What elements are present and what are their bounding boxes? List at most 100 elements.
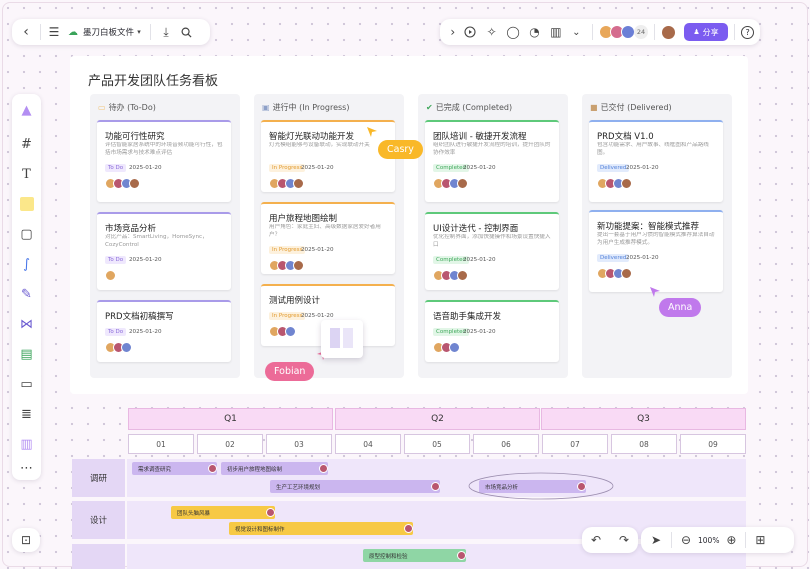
check-icon: ✔	[426, 103, 433, 112]
timer-icon[interactable]: ◔	[524, 25, 545, 39]
task-label: 团队头脑风暴	[177, 510, 211, 517]
task-card[interactable]: 新功能提案：智能模式推荐 提出一套基于用户习惯的智能模式推荐算法自动为用户生成推荐…	[589, 210, 723, 292]
share-button[interactable]: ♟ 分享	[683, 23, 729, 41]
more-icon[interactable]: ⋯	[12, 458, 41, 478]
task-card[interactable]: 团队培训 - 敏捷开发流程 组织团队进行敏捷开发流程的培训，提升团队的协作效率 Co…	[425, 120, 559, 202]
assignee-avatars[interactable]	[105, 342, 132, 353]
card-date: 2025-01-20	[129, 329, 162, 335]
gantt-task-bar[interactable]: 初步用户旅程地图绘制	[221, 462, 328, 475]
gantt-task-bar[interactable]: 原型控制和检验	[363, 549, 466, 562]
card-desc: 灯光模组能够与设备联动，实现联动开关	[269, 142, 370, 148]
avatar	[431, 481, 440, 491]
column-2: ✔ 已完成 (Completed) 团队培训 - 敏捷开发流程 组织团队进行敏捷开发流…	[418, 94, 568, 378]
pen-icon[interactable]: ✎	[12, 284, 41, 304]
my-avatar[interactable]	[660, 24, 676, 40]
map-icon[interactable]: ⊞	[752, 533, 768, 547]
comment-icon[interactable]: ◯	[502, 25, 523, 39]
chart-icon[interactable]: ▥	[545, 25, 566, 39]
zoom-out-icon[interactable]: ⊖	[678, 533, 694, 547]
more-down-icon[interactable]: ⌄	[567, 27, 586, 38]
search-icon[interactable]	[177, 27, 195, 38]
card-title: 智能灯光联动功能开发	[269, 132, 355, 142]
shape-icon[interactable]: ▢	[12, 224, 41, 244]
download-icon[interactable]: ⤓	[157, 25, 175, 40]
mindmap-icon[interactable]: ⋈	[12, 314, 41, 334]
card-title: PRD文档 V1.0	[597, 132, 654, 142]
note-icon: ▭	[98, 103, 106, 112]
column-title: ▭ 待办 (To-Do)	[98, 103, 156, 112]
document-icon[interactable]: ▭	[12, 374, 41, 394]
gantt-row-label: 设计	[72, 501, 125, 539]
status-badge: To Do	[105, 328, 127, 336]
assignee-avatars[interactable]	[105, 178, 140, 189]
select-cursor-icon[interactable]: ➤	[647, 533, 665, 547]
back-icon[interactable]: ‹	[18, 24, 34, 40]
assignee-avatars[interactable]	[597, 268, 632, 279]
progress-icon: ▣	[262, 103, 270, 112]
task-card[interactable]: 用户旅程地图绘制 用户角色：家庭主妇、高级数据家居爱好者用户？ In Progres…	[261, 202, 395, 274]
assignee-avatars[interactable]	[433, 178, 468, 189]
highlight-ellipse	[468, 472, 614, 500]
connector-icon[interactable]: ∫	[12, 254, 41, 274]
gantt-month: 09	[680, 434, 746, 454]
status-badge: To Do	[105, 256, 127, 264]
template-icon[interactable]: ▲	[12, 100, 41, 120]
text-icon[interactable]: T	[12, 164, 41, 184]
assignee-avatars[interactable]	[433, 270, 468, 281]
menu-icon[interactable]: ☰	[47, 25, 61, 39]
table-icon[interactable]: ▤	[12, 344, 41, 364]
task-card[interactable]: PRD文档初稿撰写 To Do 2025-01-20	[97, 300, 231, 362]
zoom-in-icon[interactable]: ⊕	[723, 533, 739, 547]
task-card[interactable]: 功能可行性研究 评估智能家居系统中的环境音频功能可行性，包括市场需求与技术难点评估…	[97, 120, 231, 202]
avatar	[319, 463, 328, 473]
task-label: 初步用户旅程地图绘制	[227, 466, 283, 473]
assignee-avatars[interactable]	[269, 326, 296, 337]
avatar	[285, 326, 296, 337]
play-icon[interactable]	[460, 26, 481, 38]
assignee-avatars[interactable]	[433, 342, 460, 353]
gantt-quarter: Q2	[335, 408, 540, 430]
cursor-anna	[650, 287, 660, 297]
chevron-right-icon[interactable]: ›	[446, 25, 460, 39]
help-icon[interactable]: ?	[741, 25, 754, 39]
chevron-down-icon[interactable]: ▾	[134, 28, 144, 36]
kanban-icon[interactable]: ▥	[12, 434, 41, 454]
gantt-month: 07	[542, 434, 608, 454]
zoom-level[interactable]: 100%	[698, 536, 719, 545]
gantt-task-bar[interactable]: 生产工艺环境规划	[270, 480, 440, 493]
casry-label: Casry	[378, 140, 423, 159]
avatar	[621, 268, 632, 279]
assignee-avatars[interactable]	[597, 178, 632, 189]
dragged-card-preview[interactable]	[321, 320, 363, 358]
file-name[interactable]: 墨刀白板文件	[83, 26, 134, 38]
status-badge: In Progress	[269, 246, 306, 254]
redo-icon[interactable]: ↷	[619, 533, 629, 547]
gantt-task-bar[interactable]: 需求调查研究	[132, 462, 217, 475]
card-desc: 评估智能家居系统中的环境音频功能可行性，包括市场需求与技术难点评估	[105, 142, 223, 156]
avatar	[457, 550, 466, 560]
task-card[interactable]: PRD文档 V1.0 包含功能需求、用户故事、线框图和产品路线图。 Delivere…	[589, 120, 723, 202]
status-badge: In Progress	[269, 312, 306, 320]
task-card[interactable]: 市场竞品分析 对比产品：SmartLiving，HomeSync，CozyCont…	[97, 212, 231, 290]
sticky-note-icon[interactable]	[12, 194, 41, 214]
task-card[interactable]: 语音助手集成开发 Completed 2025-01-20	[425, 300, 559, 362]
celebrate-icon[interactable]: ✧	[481, 25, 502, 39]
collaborator-avatars[interactable]: 24	[598, 25, 648, 39]
undo-icon[interactable]: ↶	[591, 533, 601, 547]
card-title: 团队培训 - 敏捷开发流程	[433, 132, 527, 142]
card-date: 2025-01-20	[129, 165, 162, 171]
frame-icon[interactable]: #	[12, 134, 41, 154]
card-desc: 组织团队进行敏捷开发流程的培训，提升团队的协作效率	[433, 142, 551, 156]
avatar	[129, 178, 140, 189]
gantt-month: 06	[473, 434, 539, 454]
task-label: 需求调查研究	[138, 466, 172, 473]
assignee-avatars[interactable]	[105, 270, 116, 281]
list-icon[interactable]: ≣	[12, 404, 41, 424]
gantt-task-bar[interactable]: 视觉设计和图标制作	[229, 522, 413, 535]
card-desc: 用户角色：家庭主妇、高级数据家居爱好者用户？	[269, 224, 381, 238]
assignee-avatars[interactable]	[269, 260, 304, 271]
assignee-avatars[interactable]	[269, 178, 304, 189]
task-card[interactable]: UI设计迭代 - 控制界面 优化控制界面，添加快捷操作和场景设置快捷入口 Compl…	[425, 212, 559, 290]
minimap-button[interactable]: ⊡	[12, 528, 40, 552]
gantt-task-bar[interactable]: 团队头脑风暴	[171, 506, 275, 519]
